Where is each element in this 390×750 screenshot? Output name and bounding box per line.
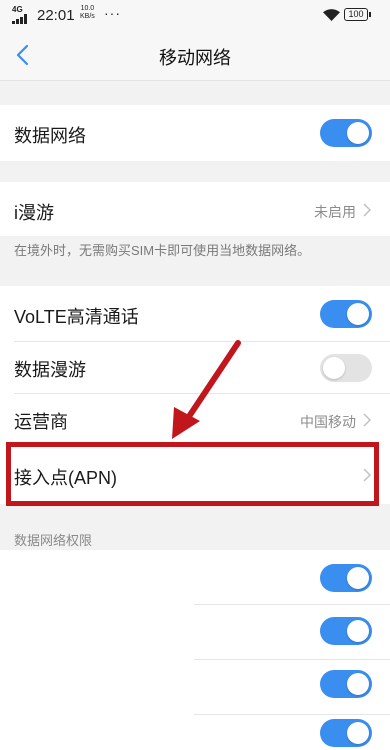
volte-row[interactable]: VoLTE高清通话 <box>0 286 390 342</box>
data-network-toggle[interactable] <box>320 119 372 147</box>
toggle-knob <box>347 122 369 144</box>
nav-bar: 移动网络 <box>0 30 390 81</box>
toggle-knob <box>347 673 369 695</box>
signal-bars-icon <box>12 14 32 24</box>
chevron-right-icon <box>363 413 372 427</box>
network-speed-unit: KB/s <box>80 13 95 20</box>
carrier-label: 运营商 <box>14 412 68 432</box>
battery-icon: 100 <box>344 8 371 21</box>
toggle-knob <box>347 303 369 325</box>
annotation-arrow-icon <box>172 340 241 439</box>
permission-toggle[interactable] <box>320 719 372 747</box>
toggle-knob <box>347 567 369 589</box>
permission-toggle[interactable] <box>320 564 372 592</box>
status-bar: 4G 22:01 10.0 KB/s ··· 100 <box>0 0 390 30</box>
permission-row[interactable] <box>0 605 390 660</box>
status-time: 22:01 <box>37 7 75 24</box>
network-speed: 10.0 KB/s <box>80 5 95 21</box>
volte-toggle[interactable] <box>320 300 372 328</box>
permission-row[interactable] <box>0 660 390 715</box>
toggle-knob <box>323 357 345 379</box>
permissions-header: 数据网络权限 <box>14 533 93 548</box>
more-notifications-icon: ··· <box>104 5 121 21</box>
signal-type: 4G <box>12 5 23 14</box>
data-network-row[interactable]: 数据网络 <box>0 105 390 161</box>
iroaming-row[interactable]: i漫游 未启用 <box>0 182 390 236</box>
chevron-right-icon <box>363 203 372 217</box>
permission-row[interactable] <box>0 550 390 605</box>
toggle-knob <box>347 722 369 744</box>
data-network-label: 数据网络 <box>14 126 86 146</box>
volte-label: VoLTE高清通话 <box>14 307 139 327</box>
page-title: 移动网络 <box>159 48 231 68</box>
permission-toggle[interactable] <box>320 670 372 698</box>
network-speed-value: 10.0 <box>80 5 95 12</box>
wifi-icon <box>323 9 340 21</box>
permission-row[interactable] <box>0 715 390 750</box>
apn-highlight-box <box>6 442 379 506</box>
iroaming-label: i漫游 <box>14 203 54 223</box>
carrier-value: 中国移动 <box>300 414 356 430</box>
iroaming-note: 在境外时，无需购买SIM卡即可使用当地数据网络。 <box>14 243 311 258</box>
toggle-knob <box>347 620 369 642</box>
permission-toggle[interactable] <box>320 617 372 645</box>
data-roaming-toggle[interactable] <box>320 354 372 382</box>
iroaming-status: 未启用 <box>314 204 356 220</box>
data-roaming-label: 数据漫游 <box>14 360 86 380</box>
